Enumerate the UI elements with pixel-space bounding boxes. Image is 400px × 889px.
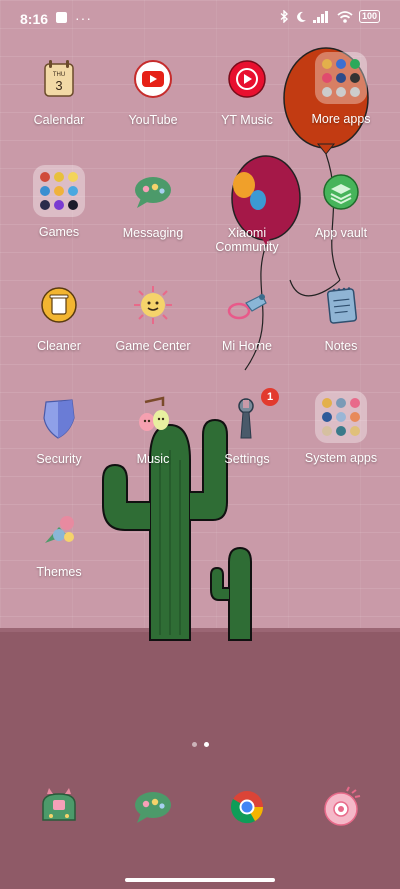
- wallpaper-floor: [0, 632, 400, 889]
- do-not-disturb-moon-icon: [297, 11, 306, 22]
- app-security[interactable]: Security: [13, 394, 105, 466]
- app-yt-music[interactable]: YT Music: [201, 55, 293, 127]
- notes-icon: [317, 281, 365, 329]
- app-label: YT Music: [221, 113, 273, 127]
- app-label: Calendar: [33, 113, 85, 127]
- dock-camera[interactable]: [295, 783, 387, 831]
- app-label: Xiaomi Community: [215, 226, 279, 254]
- app-label: Settings: [224, 452, 270, 466]
- page-dot[interactable]: [191, 742, 197, 747]
- app-label: System apps: [304, 451, 378, 465]
- home-gesture-bar[interactable]: [125, 878, 275, 882]
- app-label: Game Center: [115, 339, 191, 353]
- app-label: Mi Home: [221, 339, 272, 353]
- app-games-folder[interactable]: Games: [13, 163, 105, 239]
- cleaner-icon: [35, 281, 83, 329]
- app-youtube[interactable]: YouTube: [107, 55, 199, 127]
- dock-phone[interactable]: [13, 783, 105, 831]
- yt-music-icon: [223, 55, 271, 103]
- app-label: More apps: [311, 112, 371, 126]
- folder-icon: [315, 389, 367, 445]
- signal-icon: [312, 10, 328, 23]
- app-label: Games: [38, 225, 80, 239]
- messaging-icon: [129, 783, 177, 831]
- mi-home-icon: [223, 281, 271, 329]
- app-xiaomi-community[interactable]: Xiaomi Community: [201, 168, 293, 254]
- app-messaging[interactable]: Messaging: [107, 168, 199, 240]
- security-icon: [35, 394, 83, 442]
- page-indicator: [0, 742, 400, 747]
- app-cleaner[interactable]: Cleaner: [13, 281, 105, 353]
- app-vault-icon: [317, 168, 365, 216]
- settings-icon: 1: [223, 388, 279, 442]
- folder-icon: [315, 50, 367, 106]
- themes-icon: [35, 507, 83, 555]
- phone-icon: [35, 783, 83, 831]
- youtube-icon: [129, 55, 177, 103]
- app-label: Music: [136, 452, 170, 466]
- app-notes[interactable]: Notes: [295, 281, 387, 353]
- app-music[interactable]: Music: [107, 394, 199, 466]
- svg-text:3: 3: [55, 78, 62, 93]
- more-notifications-icon: ···: [75, 9, 92, 26]
- game-center-icon: [129, 281, 177, 329]
- music-icon: [129, 394, 177, 442]
- xiaomi-community-icon: [223, 168, 271, 216]
- battery-indicator: 100: [358, 10, 380, 23]
- app-label: Themes: [36, 565, 82, 579]
- bluetooth-icon: [280, 10, 288, 23]
- app-label: Notes: [324, 339, 358, 353]
- app-mi-home[interactable]: Mi Home: [201, 281, 293, 353]
- app-label: App vault: [314, 226, 368, 240]
- messaging-icon: [129, 168, 177, 216]
- notification-square-icon: [56, 12, 67, 23]
- camera-icon: [317, 783, 365, 831]
- folder-icon: [33, 163, 85, 219]
- app-label: YouTube: [128, 113, 178, 127]
- app-vault[interactable]: App vault: [295, 168, 387, 240]
- app-label: Cleaner: [37, 339, 81, 353]
- page-dot-active[interactable]: [203, 742, 209, 747]
- calendar-icon: THU 3: [35, 55, 83, 103]
- app-label: Messaging: [122, 226, 184, 240]
- app-calendar[interactable]: THU 3 Calendar: [13, 55, 105, 127]
- status-bar: 8:16 ··· 100: [0, 0, 400, 36]
- dock-messaging[interactable]: [107, 783, 199, 831]
- chrome-icon: [223, 783, 271, 831]
- app-game-center[interactable]: Game Center: [107, 281, 199, 353]
- app-themes[interactable]: Themes: [13, 507, 105, 579]
- wifi-icon: [337, 10, 353, 23]
- dock-chrome[interactable]: [201, 783, 293, 831]
- status-time: 8:16: [20, 11, 49, 27]
- app-more-apps-folder[interactable]: More apps: [295, 50, 387, 126]
- app-label: Security: [36, 452, 82, 466]
- app-system-apps-folder[interactable]: System apps: [295, 389, 387, 465]
- app-settings[interactable]: 1 Settings: [201, 388, 293, 466]
- notification-badge: 1: [261, 388, 279, 406]
